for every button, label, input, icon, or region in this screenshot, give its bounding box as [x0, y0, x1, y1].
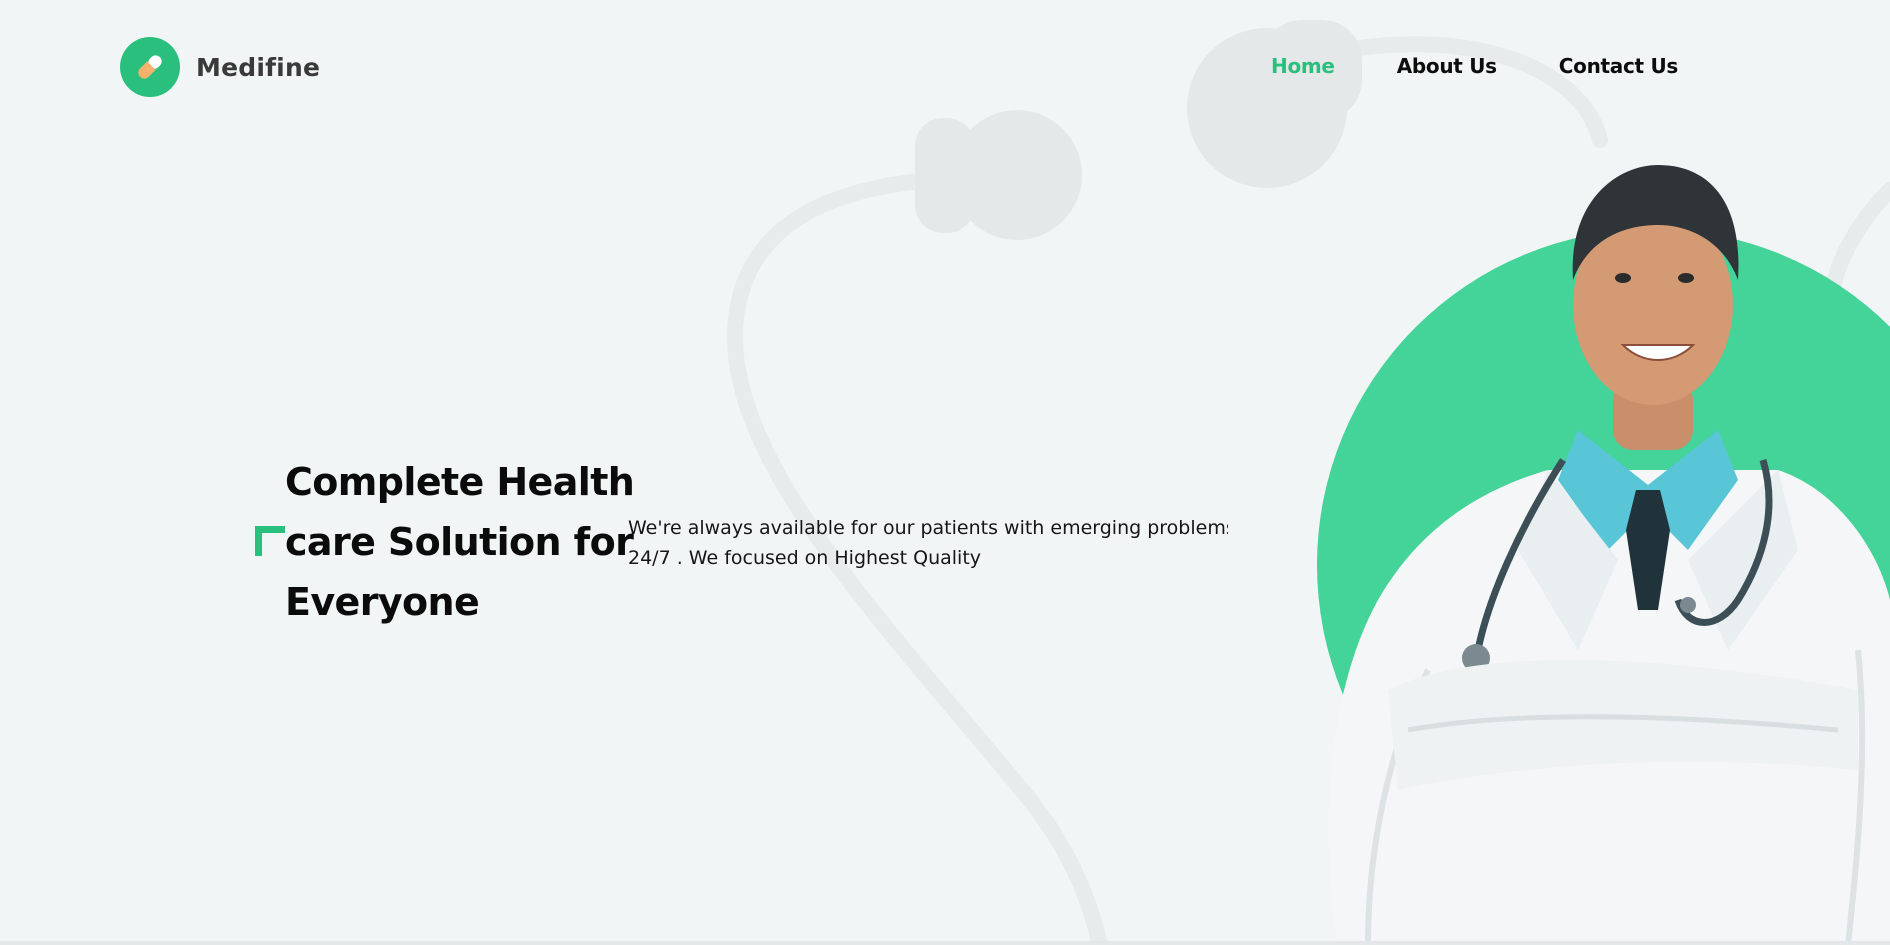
- pill-icon: [120, 37, 180, 97]
- doctor-portrait: [1317, 165, 1890, 945]
- hero-heading-line: Everyone: [285, 580, 480, 624]
- nav-link-home[interactable]: Home: [1271, 54, 1335, 78]
- hero-heading: Complete Health care Solution for Everyo…: [285, 452, 635, 632]
- nav-link-contact-us[interactable]: Contact Us: [1559, 54, 1679, 78]
- brand-logo[interactable]: Medifine: [120, 37, 320, 97]
- main-navigation: Home About Us Contact Us: [1271, 54, 1678, 78]
- hero-description-line: We're always available for our patients …: [628, 517, 1228, 539]
- hero-description: We're always available for our patients …: [628, 513, 1228, 573]
- bottom-divider: [0, 941, 1890, 945]
- corner-accent-mark: [255, 526, 285, 556]
- hero-heading-line: Complete Health: [285, 460, 635, 504]
- nav-link-about-us[interactable]: About Us: [1397, 54, 1497, 78]
- top-navbar: Medifine Home About Us Contact Us: [0, 0, 1890, 136]
- hero-heading-line: care Solution for: [285, 520, 634, 564]
- landing-page: Medifine Home About Us Contact Us Comple…: [0, 0, 1890, 945]
- brand-name: Medifine: [196, 52, 321, 82]
- hero-description-line: 24/7 . We focused on Highest Quality: [628, 547, 982, 569]
